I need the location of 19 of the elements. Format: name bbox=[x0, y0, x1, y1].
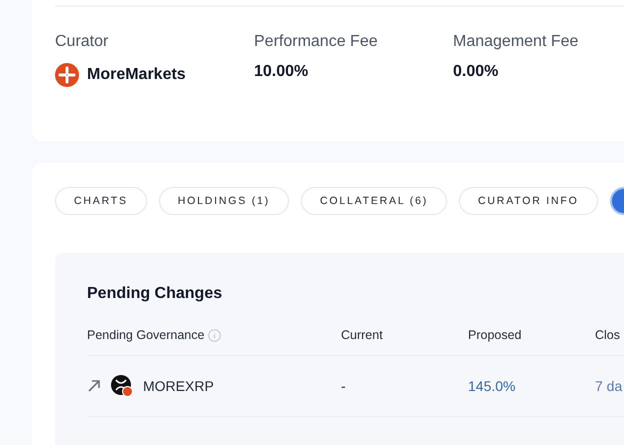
tab[interactable]: HOLDINGS (1) bbox=[158, 187, 289, 215]
table-cell: 7 da bbox=[595, 378, 622, 394]
curator-name: MoreMarkets bbox=[87, 66, 186, 84]
section-title: Pending Changes bbox=[87, 285, 224, 303]
asset-name: MOREXRP bbox=[143, 378, 214, 394]
field-label: Performance Fee bbox=[254, 33, 379, 51]
tab[interactable]: CHARTS bbox=[55, 187, 147, 215]
field-value: 10.00% bbox=[254, 63, 310, 81]
column-header: Pending Governance bbox=[87, 327, 204, 343]
column-header: Proposed bbox=[468, 327, 522, 343]
field-label: Curator bbox=[55, 33, 110, 51]
column-header: Clos bbox=[595, 327, 620, 343]
current-value: - bbox=[341, 378, 346, 394]
field-label: Management Fee bbox=[453, 33, 580, 51]
column-header: Current bbox=[341, 327, 383, 343]
tab[interactable]: COLLATERAL (6) bbox=[300, 187, 448, 215]
tab[interactable]: CURATOR INFO bbox=[459, 187, 598, 215]
field-value: 0.00% bbox=[453, 63, 500, 81]
proposed-value: 145.0% bbox=[468, 378, 516, 394]
